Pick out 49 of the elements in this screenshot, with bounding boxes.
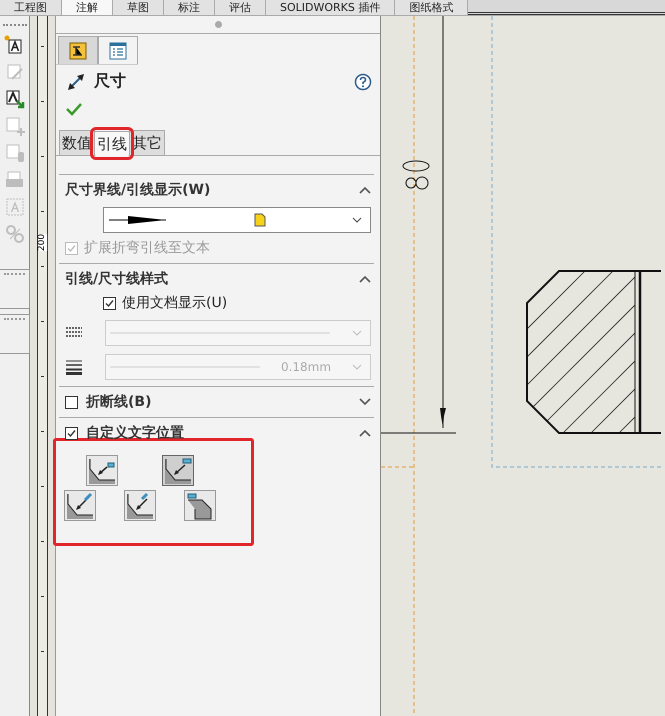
confirm-check-icon: [66, 102, 82, 116]
line-preview-icon: [110, 331, 330, 335]
list-icon: [108, 40, 128, 60]
panel-title: 尺寸: [94, 71, 127, 92]
caret-icon: [352, 330, 362, 336]
ribbon-tab[interactable]: SOLIDWORKS 插件: [266, 0, 396, 15]
ribbon-tab[interactable]: 图纸格式: [395, 0, 468, 15]
section-title: 自定义文字位置: [86, 424, 185, 442]
caret-icon: [352, 217, 362, 223]
dropdown[interactable]: [103, 207, 371, 233]
text-position-button[interactable]: [124, 490, 156, 521]
note-file-icon: [254, 213, 266, 227]
text-position-button[interactable]: [64, 490, 96, 521]
line-style-icon: [65, 326, 83, 340]
leader-position-icon: [87, 456, 117, 486]
leader-position-icon: [125, 491, 155, 521]
text-position-button[interactable]: [184, 490, 216, 521]
ribbon-tab[interactable]: 标注: [164, 0, 215, 15]
toolbar-grip[interactable]: [2, 24, 26, 27]
help-icon: [354, 72, 372, 90]
expand-chevron-icon[interactable]: [359, 398, 371, 406]
checkbox-label: 使用文档显示(U): [122, 294, 228, 312]
arrow-style-icon: [108, 215, 168, 225]
resize-handle[interactable]: [214, 21, 222, 28]
properties-tab[interactable]: [98, 36, 138, 64]
checkbox-label: 扩展折弯引线至文本: [84, 239, 210, 257]
section-title: 折断线(B): [86, 393, 152, 411]
dimension-symbol-drawing: [402, 160, 430, 190]
caret-icon: [352, 364, 362, 370]
ribbon-tab[interactable]: 评估: [215, 0, 266, 15]
collapse-chevron-icon[interactable]: [359, 275, 371, 283]
ribbon-tab[interactable]: 工程图: [0, 0, 62, 15]
collapse-chevron-icon[interactable]: [359, 186, 371, 194]
ribbon-tab[interactable]: 草图: [113, 0, 164, 15]
collapse-chevron-icon[interactable]: [359, 429, 371, 437]
leader-position-icon: [65, 491, 95, 521]
import-note-icon[interactable]: [4, 88, 26, 110]
ribbon-tab[interactable]: 注解: [62, 0, 113, 15]
section-title: 引线/尺寸线样式: [65, 270, 170, 288]
text-position-button[interactable]: [86, 455, 118, 486]
line-thickness-icon: [65, 359, 83, 375]
line-preview-icon: [110, 365, 260, 369]
feature-tab[interactable]: [58, 36, 98, 64]
dimension-icon: [66, 72, 86, 92]
ruler-label: 200: [38, 234, 48, 252]
section-title: 尺寸界线/引线显示(W): [65, 181, 212, 199]
leader-position-icon: [163, 456, 193, 486]
thickness-value: 0.18mm: [280, 360, 332, 374]
text-position-button[interactable]: [162, 455, 194, 486]
